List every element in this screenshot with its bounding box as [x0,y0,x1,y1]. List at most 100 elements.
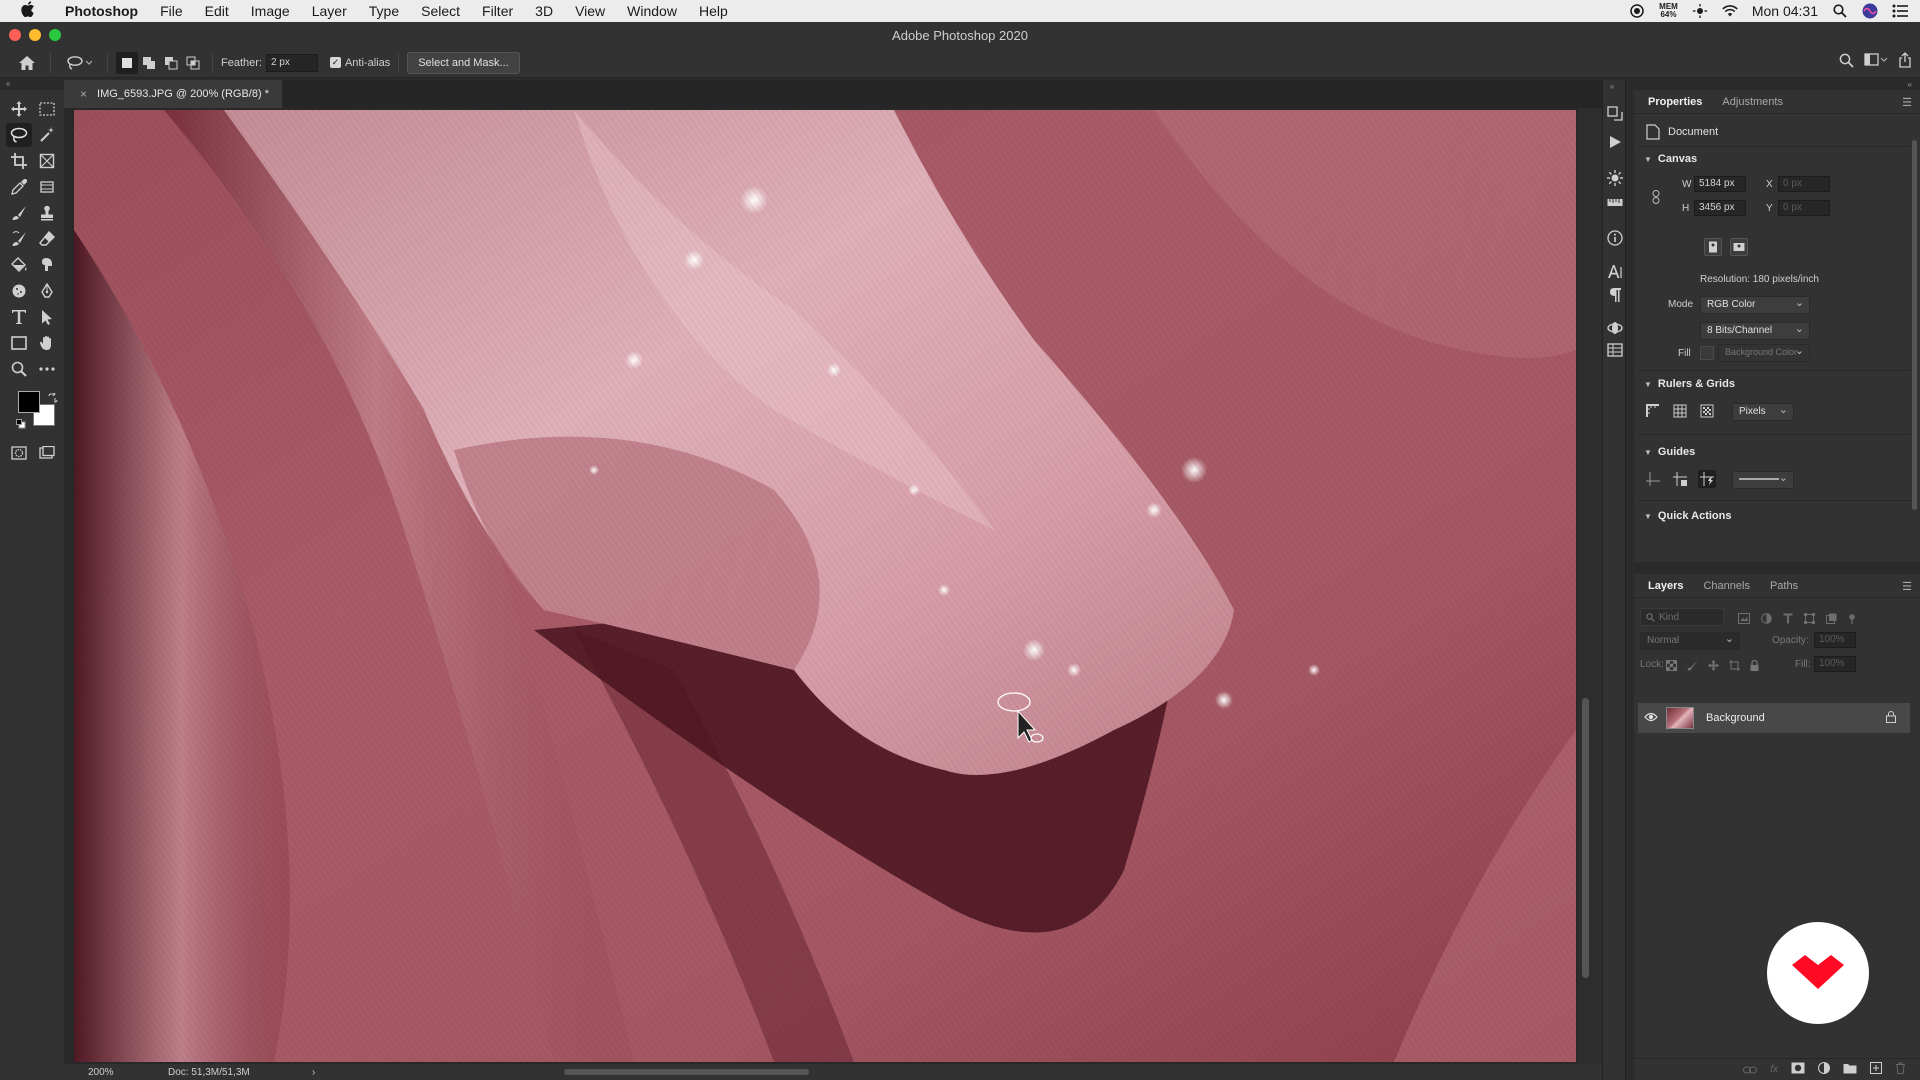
eyedropper-tool-icon[interactable] [6,175,32,199]
magic-wand-tool-icon[interactable] [34,123,60,147]
layer-kind-filter[interactable]: Kind [1640,608,1724,626]
new-group-folder-icon[interactable] [1843,1061,1857,1079]
notification-center-icon[interactable] [1892,3,1908,19]
share-icon[interactable] [1898,52,1912,71]
select-and-mask-button[interactable]: Select and Mask... [407,51,520,74]
document-tab[interactable]: × IMG_6593.JPG @ 200% (RGB/8) * [64,80,282,108]
quick-actions-section-header[interactable]: ▼ Quick Actions [1644,510,1731,522]
tab-channels[interactable]: Channels [1693,580,1759,597]
home-icon[interactable] [12,52,42,74]
lock-artboard-icon[interactable] [1729,658,1740,676]
canvas-section-header[interactable]: ▼ Canvas [1644,153,1697,165]
link-dimensions-icon[interactable] [1651,190,1661,209]
rulers-grids-section-header[interactable]: ▼ Rulers & Grids [1644,378,1735,390]
paragraph-panel-icon[interactable] [1607,287,1623,303]
layer-style-fx-icon[interactable]: fx [1770,1064,1778,1075]
menu-edit[interactable]: Edit [194,3,240,19]
sun-icon[interactable] [1692,3,1708,19]
fill-opacity-field[interactable]: 100% [1814,656,1856,672]
document-tab-close-icon[interactable]: × [80,87,87,101]
ruler-units-dropdown[interactable]: Pixels [1732,403,1794,421]
edit-toolbar-more-icon[interactable] [34,357,60,381]
anti-alias-checkbox[interactable]: ✓ [329,57,341,68]
history-panel-icon[interactable] [1607,106,1623,122]
bit-depth-dropdown[interactable]: 8 Bits/Channel [1700,322,1810,340]
menu-layer[interactable]: Layer [301,3,358,19]
filter-shape-icon[interactable] [1804,611,1815,629]
lasso-tool-icon[interactable] [6,123,32,147]
frame-extraction-tool-icon[interactable] [34,175,60,199]
properties-scrollbar[interactable] [1912,140,1917,510]
apple-menu-icon[interactable] [18,1,38,21]
fill-dropdown[interactable]: Background Color [1718,344,1810,362]
screen-mode-icon[interactable] [34,441,60,465]
menu-3d[interactable]: 3D [524,3,564,19]
menu-image[interactable]: Image [240,3,301,19]
add-mask-icon[interactable] [1791,1061,1805,1079]
tab-layers[interactable]: Layers [1638,580,1693,597]
actions-play-icon[interactable] [1607,134,1623,150]
adjustment-layer-icon[interactable] [1818,1061,1830,1079]
eraser-tool-icon[interactable] [34,227,60,251]
layer-row-background[interactable]: Background [1638,703,1910,733]
filter-smart-object-icon[interactable] [1826,611,1837,629]
info-icon[interactable] [1607,230,1623,246]
portrait-orientation-icon[interactable] [1704,238,1722,256]
rectangular-marquee-tool-icon[interactable] [34,97,60,121]
menu-select[interactable]: Select [410,3,471,19]
character-panel-icon[interactable] [1607,264,1623,280]
measurement-ruler-icon[interactable] [1607,194,1623,210]
swap-colors-icon[interactable] [48,390,58,408]
wifi-icon[interactable] [1722,3,1738,19]
lock-transparent-pixels-icon[interactable] [1666,658,1677,676]
tab-paths[interactable]: Paths [1760,580,1808,597]
menu-window[interactable]: Window [616,3,688,19]
pixel-grid-toggle-icon[interactable] [1698,402,1716,420]
smudge-tool-icon[interactable] [34,253,60,277]
canvas-height-field[interactable]: 3456 px [1694,200,1746,216]
guides-toggle-icon[interactable] [1644,470,1662,488]
canvas-vertical-scrollbar[interactable] [1578,108,1602,1064]
window-zoom-button[interactable] [49,29,61,41]
document-image[interactable] [74,110,1576,1062]
rectangle-tool-icon[interactable] [6,331,32,355]
foreground-color-swatch[interactable] [18,391,40,413]
menu-view[interactable]: View [564,3,616,19]
layer-lock-icon[interactable] [1886,711,1896,726]
fill-color-swatch[interactable] [1700,346,1714,360]
move-tool-icon[interactable] [6,97,32,121]
menu-app-name[interactable]: Photoshop [54,3,149,19]
history-brush-tool-icon[interactable] [6,227,32,251]
delete-layer-trash-icon[interactable] [1895,1061,1906,1079]
status-menu-arrow[interactable]: › [312,1067,315,1078]
type-tool-icon[interactable] [6,305,32,329]
intersect-selection-icon[interactable] [182,52,204,74]
tab-properties[interactable]: Properties [1638,96,1712,113]
default-colors-icon[interactable] [16,416,26,434]
filter-toggle-icon[interactable] [1848,611,1856,629]
lock-guides-icon[interactable] [1671,470,1689,488]
landscape-orientation-icon[interactable] [1730,238,1748,256]
adjustments-sun-icon[interactable] [1607,170,1623,186]
zoom-tool-icon[interactable] [6,357,32,381]
clone-stamp-tool-icon[interactable] [34,201,60,225]
subtract-from-selection-icon[interactable] [160,52,182,74]
path-selection-tool-icon[interactable] [34,305,60,329]
workspace-switcher-icon[interactable] [1864,53,1888,70]
properties-panel-menu-icon[interactable]: ☰ [1902,96,1912,109]
eye-visibility-icon[interactable] [1644,712,1658,725]
panels-collapse[interactable]: « [1908,80,1912,89]
opacity-field[interactable]: 100% [1814,632,1856,648]
lock-image-pixels-icon[interactable] [1687,658,1698,676]
new-layer-icon[interactable] [1870,1061,1882,1079]
lock-position-icon[interactable] [1708,658,1719,676]
filter-pixel-icon[interactable] [1738,611,1750,629]
add-to-selection-icon[interactable] [138,52,160,74]
toolbar-collapse-handle[interactable]: « [0,79,64,89]
vertical-scroll-thumb[interactable] [1582,698,1589,978]
lasso-preset-picker[interactable] [59,52,99,74]
smart-guides-icon[interactable] [1698,470,1716,488]
link-layers-icon[interactable] [1743,1061,1758,1079]
filter-type-icon[interactable] [1783,611,1793,629]
dodge-tool-icon[interactable] [6,279,32,303]
